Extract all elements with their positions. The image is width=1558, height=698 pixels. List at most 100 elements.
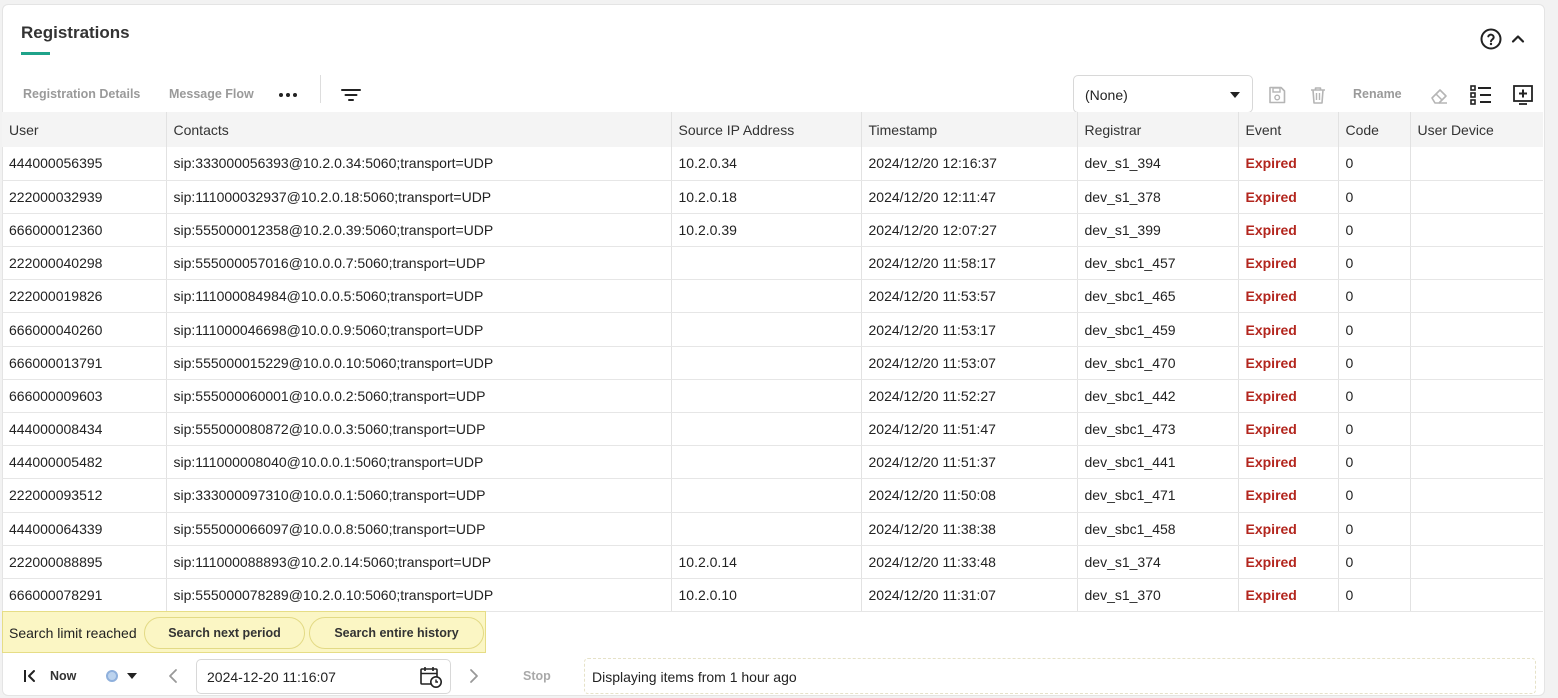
chevron-right-icon[interactable] (466, 667, 482, 685)
cell-registrar: dev_sbc1_442 (1077, 379, 1239, 414)
column-header-event[interactable]: Event (1238, 112, 1339, 147)
eraser-icon[interactable] (1428, 85, 1450, 107)
table-row[interactable]: 666000040260 sip:111000046698@10.0.0.9:50… (2, 312, 1543, 347)
cell-timestamp: 2024/12/20 11:51:47 (861, 412, 1078, 447)
status-message: Displaying items from 1 hour ago (592, 669, 797, 685)
filter-icon[interactable] (340, 85, 362, 105)
status-message-box: Displaying items from 1 hour ago (584, 658, 1536, 694)
cell-contacts: sip:555000066097@10.0.0.8:5060;transport… (166, 512, 672, 546)
message-flow-button[interactable]: Message Flow (169, 87, 254, 101)
cell-event: Expired (1238, 445, 1339, 480)
help-icon[interactable] (1479, 27, 1503, 51)
search-entire-history-button[interactable]: Search entire history (309, 617, 484, 649)
cell-event: Expired (1238, 512, 1339, 546)
cell-source-ip (671, 346, 862, 380)
cell-registrar: dev_s1_394 (1077, 147, 1239, 181)
cell-contacts: sip:111000008040@10.0.0.1:5060;transport… (166, 445, 672, 480)
save-icon[interactable] (1267, 85, 1287, 105)
cell-event: Expired (1238, 545, 1339, 579)
cell-user: 666000013791 (2, 346, 167, 380)
title-underline (21, 52, 50, 55)
cell-event: Expired (1238, 312, 1339, 347)
now-button[interactable]: Now (50, 669, 76, 683)
cell-user: 444000064339 (2, 512, 167, 546)
table-row[interactable]: 666000009603 sip:555000060001@10.0.0.2:50… (2, 379, 1543, 414)
cell-code: 0 (1338, 213, 1411, 248)
column-header-timestamp[interactable]: Timestamp (861, 112, 1078, 147)
stop-button[interactable]: Stop (523, 669, 551, 683)
table-row[interactable]: 222000019826 sip:111000084984@10.0.0.5:50… (2, 279, 1543, 314)
date-time-value: 2024-12-20 11:16:07 (207, 669, 336, 685)
cell-contacts: sip:333000056393@10.2.0.34:5060;transpor… (166, 147, 672, 181)
cell-source-ip (671, 512, 862, 546)
column-header-code[interactable]: Code (1338, 112, 1411, 147)
table-row[interactable]: 444000008434 sip:555000080872@10.0.0.3:50… (2, 412, 1543, 447)
cell-contacts: sip:555000060001@10.0.0.2:5060;transport… (166, 379, 672, 414)
cell-code: 0 (1338, 578, 1411, 613)
table-row[interactable]: 444000056395 sip:333000056393@10.2.0.34:5… (2, 147, 1543, 181)
rename-button[interactable]: Rename (1353, 87, 1402, 101)
caret-down-icon (1230, 92, 1240, 98)
cell-contacts: sip:555000057016@10.0.0.7:5060;transport… (166, 246, 672, 281)
cell-contacts: sip:333000097310@10.0.0.1:5060;transport… (166, 478, 672, 513)
table-row[interactable]: 222000088895 sip:111000088893@10.2.0.14:5… (2, 545, 1543, 579)
column-header-registrar[interactable]: Registrar (1077, 112, 1239, 147)
table-row[interactable]: 666000013791 sip:555000015229@10.0.0.10:5… (2, 346, 1543, 380)
table-row[interactable]: 666000078291 sip:555000078289@10.2.0.10:5… (2, 578, 1543, 613)
new-window-icon[interactable] (1512, 84, 1534, 106)
cell-event: Expired (1238, 478, 1339, 513)
cell-event: Expired (1238, 246, 1339, 281)
cell-code: 0 (1338, 478, 1411, 513)
column-chooser-icon[interactable] (1469, 84, 1493, 106)
cell-timestamp: 2024/12/20 11:31:07 (861, 578, 1078, 613)
calendar-clock-icon[interactable] (419, 665, 443, 689)
table-row[interactable]: 666000012360 sip:555000012358@10.2.0.39:5… (2, 213, 1543, 248)
page-title: Registrations (21, 23, 130, 42)
cell-registrar: dev_sbc1_470 (1077, 346, 1239, 380)
cell-source-ip (671, 445, 862, 480)
cell-user-device (1410, 246, 1543, 281)
cell-user-device (1410, 180, 1543, 214)
table-row[interactable]: 222000032939 sip:111000032937@10.2.0.18:5… (2, 180, 1543, 214)
cell-timestamp: 2024/12/20 12:11:47 (861, 180, 1078, 214)
cell-code: 0 (1338, 512, 1411, 546)
cell-user: 444000005482 (2, 445, 167, 480)
table-row[interactable]: 444000005482 sip:111000008040@10.0.0.1:50… (2, 445, 1543, 480)
toolbar-divider (320, 75, 321, 103)
registration-details-button[interactable]: Registration Details (23, 87, 140, 101)
column-header-user[interactable]: User (2, 112, 167, 147)
search-limit-message: Search limit reached (9, 625, 137, 641)
table-row[interactable]: 222000040298 sip:555000057016@10.0.0.7:50… (2, 246, 1543, 281)
cell-registrar: dev_s1_374 (1077, 545, 1239, 579)
caret-down-icon[interactable] (127, 673, 137, 679)
cell-code: 0 (1338, 346, 1411, 380)
cell-contacts: sip:555000078289@10.2.0.10:5060;transpor… (166, 578, 672, 613)
skip-to-first-icon[interactable] (22, 668, 38, 684)
chevron-up-icon[interactable] (1508, 29, 1528, 49)
column-header-user-device[interactable]: User Device (1410, 112, 1543, 147)
cell-timestamp: 2024/12/20 12:16:37 (861, 147, 1078, 181)
chevron-left-icon[interactable] (165, 667, 181, 685)
cell-user: 222000019826 (2, 279, 167, 314)
cell-user: 666000009603 (2, 379, 167, 414)
search-limit-banner: Search limit reached Search next period … (2, 611, 486, 653)
registrations-table: User Contacts Source IP Address Timestam… (2, 112, 1543, 613)
cell-registrar: dev_sbc1_441 (1077, 445, 1239, 480)
view-select[interactable]: (None) (1073, 75, 1253, 113)
cell-registrar: dev_sbc1_471 (1077, 478, 1239, 513)
date-time-field[interactable]: 2024-12-20 11:16:07 (196, 659, 451, 694)
more-options-icon[interactable] (277, 85, 299, 105)
cell-user: 666000012360 (2, 213, 167, 248)
column-header-source-ip[interactable]: Source IP Address (671, 112, 862, 147)
cell-event: Expired (1238, 180, 1339, 214)
refresh-status-indicator[interactable] (106, 670, 118, 682)
table-row[interactable]: 444000064339 sip:555000066097@10.0.0.8:50… (2, 512, 1543, 546)
cell-code: 0 (1338, 312, 1411, 347)
cell-timestamp: 2024/12/20 11:58:17 (861, 246, 1078, 281)
delete-icon[interactable] (1308, 85, 1328, 105)
table-row[interactable]: 222000093512 sip:333000097310@10.0.0.1:50… (2, 478, 1543, 513)
search-next-period-button[interactable]: Search next period (144, 617, 305, 649)
column-header-contacts[interactable]: Contacts (166, 112, 672, 147)
cell-user: 222000032939 (2, 180, 167, 214)
cell-source-ip: 10.2.0.34 (671, 147, 862, 181)
